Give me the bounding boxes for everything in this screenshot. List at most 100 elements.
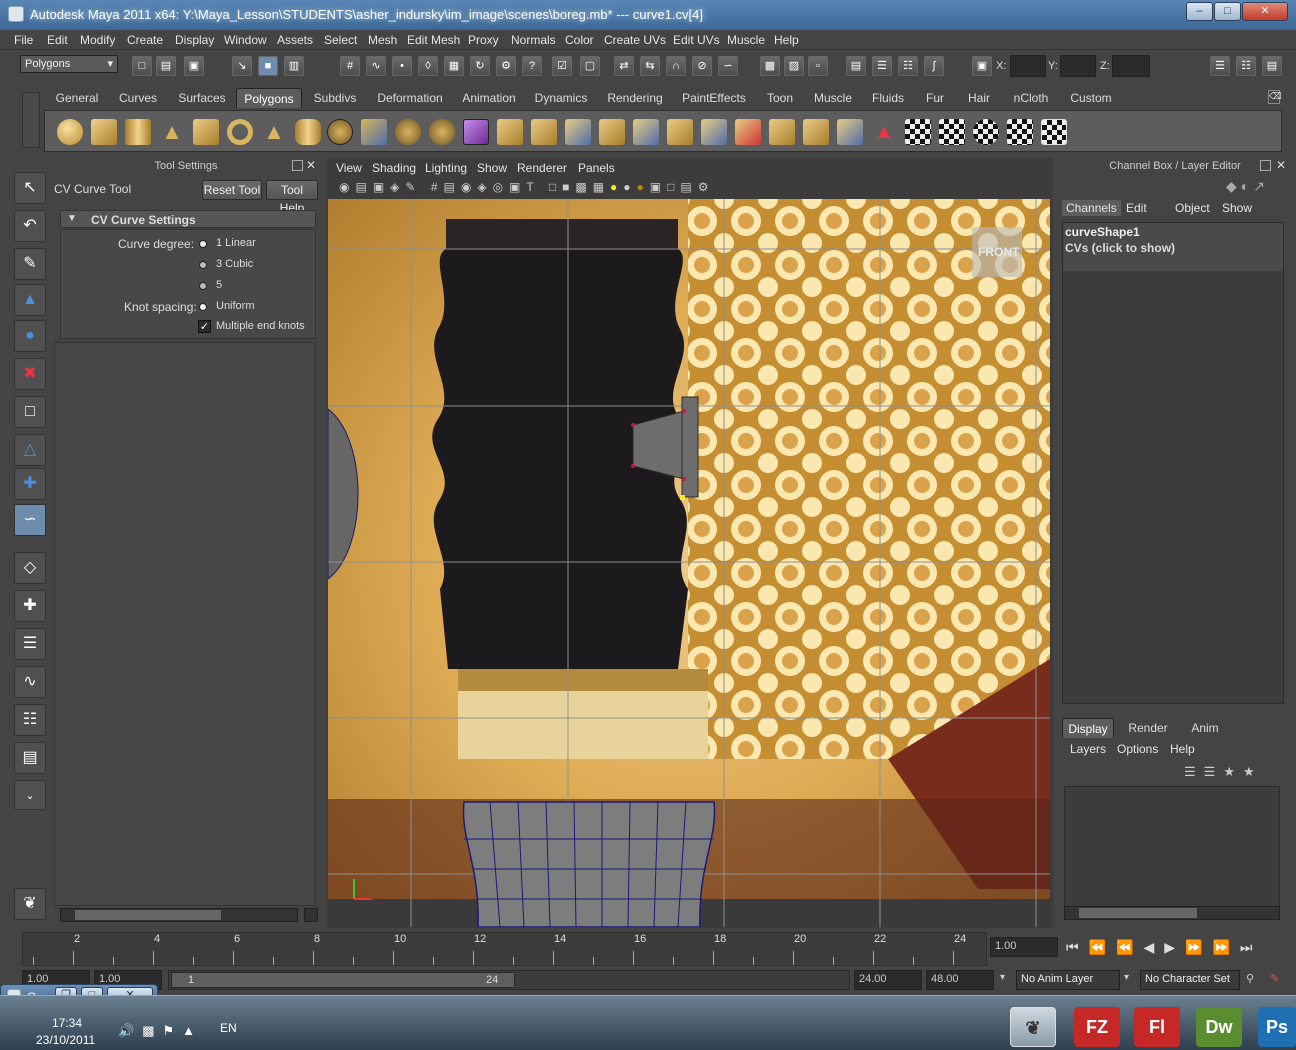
move-tool-icon[interactable]: ▲ — [14, 284, 46, 316]
poke-face-icon[interactable] — [803, 119, 829, 145]
magnet-icon[interactable]: ∩ — [666, 56, 686, 76]
image-plane-icon[interactable]: ▣ — [373, 180, 390, 194]
wedge-face-icon[interactable] — [837, 119, 863, 145]
offset-edge-loop-icon[interactable] — [667, 119, 693, 145]
menu-assets[interactable]: Assets — [277, 33, 313, 47]
hypershade-icon[interactable]: ▫ — [808, 56, 828, 76]
four-view-layout-icon[interactable]: ✚ — [14, 590, 46, 622]
wireframe-icon[interactable]: □ — [549, 180, 562, 194]
reset-tool-button[interactable]: Reset Tool — [202, 180, 262, 200]
shelf-tab-dynamics[interactable]: Dynamics — [530, 88, 592, 108]
menu-set-dropdown[interactable]: Polygons ▾ — [20, 55, 118, 73]
viewport-menu-show[interactable]: Show — [477, 161, 507, 175]
knot-radio-uniform[interactable] — [199, 303, 207, 311]
shadows-icon[interactable]: ● — [637, 180, 650, 194]
show-attribute-editor-icon[interactable]: ☰ — [1210, 56, 1230, 76]
layer-tab-render[interactable]: Render — [1120, 718, 1176, 738]
layer-scrollbar-thumb[interactable] — [1079, 908, 1197, 918]
cv-curve-tool-icon[interactable]: ∽ — [14, 504, 46, 536]
menu-display[interactable]: Display — [175, 33, 214, 47]
auto-key-icon[interactable]: ⚲ — [1246, 972, 1254, 985]
menu-edit-uvs[interactable]: Edit UVs — [673, 33, 720, 47]
select-by-component-icon[interactable]: ▥ — [284, 56, 304, 76]
smooth-shade-icon[interactable]: ■ — [562, 180, 575, 194]
save-scene-icon[interactable]: ▣ — [184, 56, 204, 76]
step-forward-key-icon[interactable]: ⏩ — [1185, 939, 1212, 955]
clock-time[interactable]: 17:34 — [52, 1016, 82, 1030]
cylindrical-mapping-icon[interactable] — [939, 119, 965, 145]
menu-edit-mesh[interactable]: Edit Mesh — [407, 33, 460, 47]
shape-node-name[interactable]: curveShape1 — [1065, 225, 1140, 239]
soft-modification-icon[interactable]: △ — [14, 434, 46, 466]
show-tool-settings-icon[interactable]: ☷ — [1236, 56, 1256, 76]
poly-cube-icon[interactable] — [91, 119, 117, 145]
shelf-tab-curves[interactable]: Curves — [112, 88, 164, 108]
show-channel-box-icon[interactable]: ▤ — [1262, 56, 1282, 76]
layer-scrollbar[interactable] — [1064, 906, 1280, 920]
poly-plane-icon[interactable] — [193, 119, 219, 145]
shelf-tab-ncloth[interactable]: nCloth — [1006, 88, 1056, 108]
shelf-tab-muscle[interactable]: Muscle — [810, 88, 856, 108]
render-settings-icon[interactable]: ▨ — [784, 56, 804, 76]
layer-tab-display[interactable]: Display — [1062, 718, 1114, 738]
input-ops-icon[interactable]: ⇄ — [614, 56, 634, 76]
poly-pipe-icon[interactable] — [295, 119, 321, 145]
layer-tab-anim[interactable]: Anim — [1182, 718, 1228, 738]
default-light-icon[interactable]: ● — [610, 180, 623, 194]
shelf-tab-surfaces[interactable]: Surfaces — [172, 88, 232, 108]
select-by-hierarchy-icon[interactable]: ↘ — [232, 56, 252, 76]
bridge-icon[interactable] — [531, 119, 557, 145]
viewport-menu-view[interactable]: View — [336, 161, 362, 175]
maximize-button[interactable]: □ — [1214, 2, 1241, 21]
all-lights-icon[interactable]: ● — [623, 180, 636, 194]
cb-menu-channels[interactable]: Channels — [1062, 200, 1121, 216]
history-icon[interactable]: ↻ — [470, 56, 490, 76]
resolution-gate-icon[interactable]: ◉ — [461, 180, 477, 194]
tool-help-button[interactable]: Tool Help — [266, 180, 318, 215]
taskbar-maya[interactable]: ❦ — [1010, 1007, 1056, 1047]
step-back-frame-icon[interactable]: ⏪ — [1089, 939, 1116, 955]
shelf-tab-animation[interactable]: Animation — [458, 88, 520, 108]
menu-help[interactable]: Help — [774, 33, 799, 47]
viewport-menu-panels[interactable]: Panels — [578, 161, 615, 175]
shelf-tab-fur[interactable]: Fur — [920, 88, 950, 108]
select-highlight-icon[interactable]: ▢ — [580, 56, 600, 76]
textured-icon[interactable]: ▦ — [593, 180, 610, 194]
maya-app-icon[interactable] — [8, 6, 24, 22]
open-scene-icon[interactable]: ▤ — [156, 56, 176, 76]
poly-cylinder-mesh[interactable] — [462, 801, 716, 927]
menu-muscle[interactable]: Muscle — [727, 33, 765, 47]
snap-to-view-plane-icon[interactable]: ◊ — [418, 56, 438, 76]
move-layer-up-icon[interactable]: ☰ — [1184, 764, 1204, 779]
taskbar-photoshop[interactable]: Ps — [1258, 1007, 1296, 1047]
menu-color[interactable]: Color — [565, 33, 594, 47]
universal-manipulator-icon[interactable]: □ — [14, 396, 46, 428]
taskbar-dreamweaver[interactable]: Dw — [1196, 1007, 1242, 1047]
shelf-menu-button[interactable] — [22, 92, 40, 148]
menu-edit[interactable]: Edit — [47, 33, 68, 47]
maya-logo-icon[interactable]: ❦ — [14, 888, 46, 920]
shelf-tab-subdivs[interactable]: Subdivs — [310, 88, 360, 108]
render-current-icon[interactable]: ∽ — [718, 56, 738, 76]
poly-torus-icon[interactable] — [227, 119, 253, 145]
absolute-transform-icon[interactable]: ▣ — [972, 56, 992, 76]
menu-create[interactable]: Create — [127, 33, 163, 47]
layout-menu-button[interactable]: ⌄ — [14, 780, 46, 810]
viewport-canvas[interactable]: FRONT — [328, 199, 1050, 927]
paint-select-tool-icon[interactable]: ✎ — [14, 248, 46, 280]
persp-outliner-layout-icon[interactable]: ☰ — [14, 628, 46, 660]
taskbar-filezilla[interactable]: FZ — [1074, 1007, 1120, 1047]
wireframe-on-shaded-icon[interactable]: ▩ — [575, 180, 592, 194]
clock-date[interactable]: 23/10/2011 — [36, 1033, 95, 1047]
extrude-icon[interactable] — [497, 119, 523, 145]
split-polygon-icon[interactable] — [599, 119, 625, 145]
single-perspective-layout-icon[interactable]: ◇ — [14, 552, 46, 584]
merge-icon[interactable] — [701, 119, 727, 145]
trash-icon[interactable]: ⌫ — [1268, 90, 1282, 104]
y-input[interactable] — [1060, 55, 1096, 77]
shelf-tab-painteffects[interactable]: PaintEffects — [678, 88, 750, 108]
outliner-icon[interactable]: ☷ — [898, 56, 918, 76]
degree-radio-5[interactable] — [199, 282, 207, 290]
menu-normals[interactable]: Normals — [511, 33, 556, 47]
play-backwards-icon[interactable]: ◀ — [1143, 939, 1164, 955]
